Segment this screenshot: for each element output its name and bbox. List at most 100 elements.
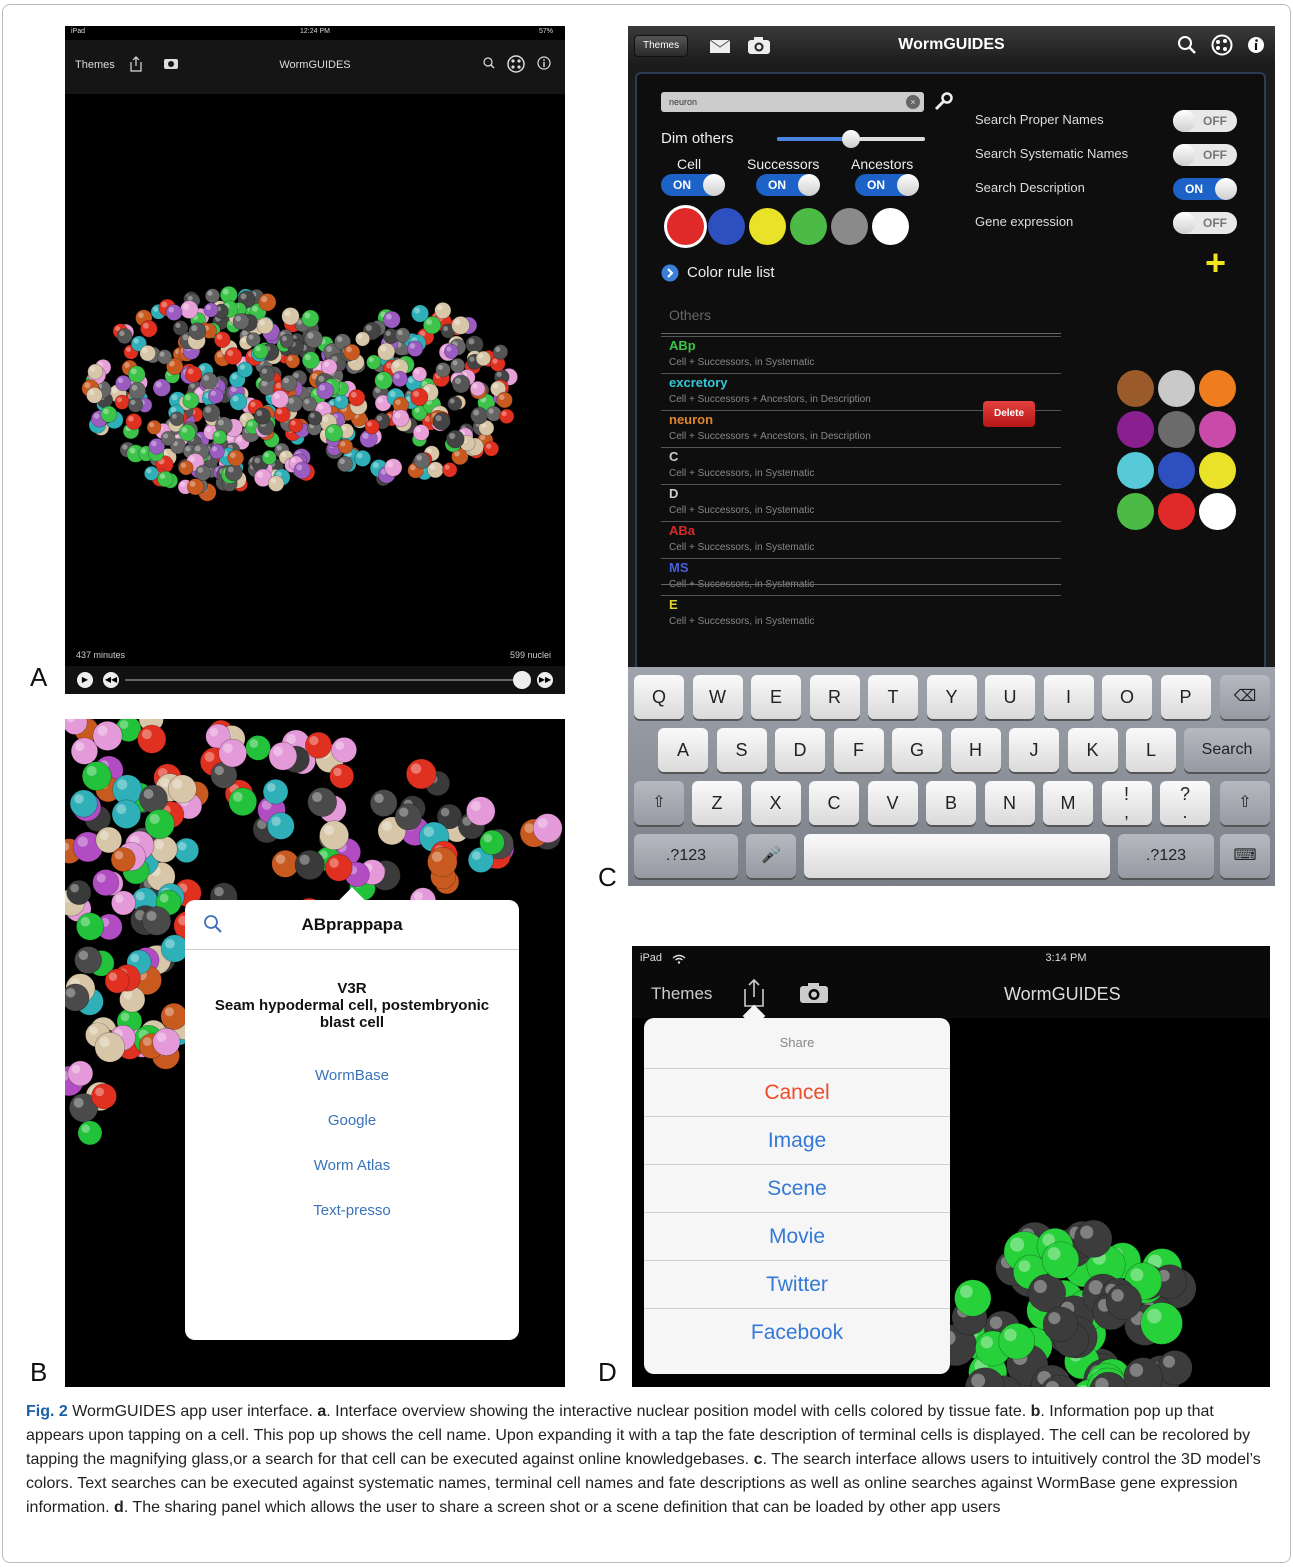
key[interactable]: L — [1126, 728, 1176, 772]
backspace-key[interactable]: ⌫ — [1220, 675, 1270, 719]
nucleus-sphere[interactable] — [483, 441, 500, 457]
nucleus-sphere[interactable] — [104, 968, 130, 994]
nucleus-sphere[interactable] — [395, 327, 411, 343]
color-swatch[interactable] — [708, 208, 745, 245]
nucleus-sphere[interactable] — [114, 394, 130, 410]
nucleus-sphere[interactable] — [434, 302, 452, 319]
link-google[interactable]: Google — [185, 1098, 519, 1143]
dim-others-slider[interactable] — [777, 130, 925, 148]
nucleus-sphere[interactable] — [259, 365, 275, 382]
nucleus-sphere[interactable] — [245, 735, 271, 761]
nucleus-sphere[interactable] — [160, 431, 176, 446]
palette-color[interactable] — [1117, 370, 1154, 407]
nucleus-sphere[interactable] — [279, 333, 295, 349]
nucleus-sphere[interactable] — [307, 787, 337, 817]
nucleus-sphere[interactable] — [227, 449, 245, 467]
nucleus-sphere[interactable] — [496, 391, 513, 409]
nucleus-sphere[interactable] — [451, 316, 470, 335]
nucleus-sphere[interactable] — [343, 343, 361, 361]
nucleus-sphere[interactable] — [267, 812, 295, 840]
nucleus-sphere[interactable] — [169, 411, 185, 427]
palette-color[interactable] — [1158, 493, 1195, 530]
key[interactable]: P — [1160, 675, 1211, 719]
nucleus-sphere[interactable] — [1027, 1273, 1067, 1313]
search-input[interactable]: neuron × — [661, 92, 924, 112]
numbers-key[interactable]: .?123 — [634, 834, 738, 878]
link-worm-atlas[interactable]: Worm Atlas — [185, 1143, 519, 1188]
key[interactable]: A — [658, 728, 708, 772]
nucleus-sphere[interactable] — [91, 1083, 117, 1110]
nucleus-sphere[interactable] — [377, 342, 396, 361]
key[interactable]: W — [692, 675, 743, 719]
key[interactable]: Z — [692, 781, 742, 825]
key[interactable]: K — [1067, 728, 1118, 772]
nucleus-sphere[interactable] — [127, 397, 144, 413]
clear-search-icon[interactable]: × — [906, 95, 920, 109]
color-swatch[interactable] — [790, 208, 827, 245]
search-option-toggle[interactable]: OFF — [1173, 110, 1237, 132]
nucleus-sphere[interactable] — [532, 813, 563, 843]
key[interactable]: T — [868, 675, 918, 719]
key[interactable]: D — [775, 728, 825, 772]
share-facebook-option[interactable]: Facebook — [644, 1308, 950, 1356]
nucleus-sphere[interactable] — [237, 361, 254, 378]
palette-color[interactable] — [1158, 452, 1195, 489]
nucleus-sphere[interactable] — [479, 829, 505, 856]
nucleus-sphere[interactable] — [1105, 1283, 1142, 1320]
nucleus-sphere[interactable] — [406, 758, 437, 790]
nucleus-sphere[interactable] — [188, 322, 207, 341]
nucleus-sphere[interactable] — [337, 438, 354, 455]
nucleus-sphere[interactable] — [293, 461, 311, 480]
nucleus-sphere[interactable] — [69, 789, 98, 818]
nucleus-sphere[interactable] — [369, 789, 398, 817]
nucleus-sphere[interactable] — [485, 405, 502, 422]
nucleus-sphere[interactable] — [411, 366, 428, 382]
nucleus-sphere[interactable] — [307, 410, 323, 426]
nucleus-sphere[interactable] — [324, 424, 343, 443]
key[interactable]: B — [926, 781, 976, 825]
nucleus-sphere[interactable] — [224, 463, 243, 482]
nucleus-sphere[interactable] — [253, 407, 271, 425]
space-key[interactable] — [804, 834, 1110, 878]
nucleus-sphere[interactable] — [451, 374, 471, 394]
embryo-3d-model[interactable] — [65, 94, 565, 650]
nucleus-sphere[interactable] — [412, 424, 430, 441]
shift-key[interactable]: ⇧ — [1220, 781, 1270, 825]
nucleus-sphere[interactable] — [354, 449, 372, 467]
nucleus-sphere[interactable] — [364, 419, 380, 435]
nucleus-sphere[interactable] — [294, 849, 325, 880]
numbers-key[interactable]: .?123 — [1118, 834, 1214, 878]
nucleus-sphere[interactable] — [285, 353, 301, 369]
palette-color[interactable] — [1158, 411, 1195, 448]
color-rule-row[interactable]: ABa Cell + Successors, in Systematic — [661, 521, 1061, 558]
nucleus-sphere[interactable] — [304, 329, 323, 348]
nucleus-sphere[interactable] — [1041, 1241, 1080, 1279]
palette-color[interactable] — [1158, 370, 1195, 407]
color-swatch[interactable] — [749, 208, 786, 245]
nucleus-sphere[interactable] — [394, 803, 422, 831]
rewind-icon[interactable]: ◀◀ — [103, 672, 119, 688]
nucleus-sphere[interactable] — [258, 293, 277, 312]
palette-color[interactable] — [1117, 493, 1154, 530]
nucleus-sphere[interactable] — [383, 310, 401, 329]
key[interactable]: C — [809, 781, 859, 825]
nucleus-sphere[interactable] — [94, 1032, 126, 1063]
key[interactable]: Y — [926, 675, 977, 719]
color-rule-list-label[interactable]: Color rule list — [687, 264, 775, 281]
nucleus-sphere[interactable] — [469, 380, 486, 397]
key[interactable]: ? . — [1160, 781, 1210, 825]
nucleus-sphere[interactable] — [301, 396, 318, 412]
key[interactable]: V — [867, 781, 918, 825]
nucleus-sphere[interactable] — [205, 288, 220, 304]
nucleus-sphere[interactable] — [316, 381, 334, 400]
key[interactable]: J — [1009, 728, 1059, 772]
nucleus-sphere[interactable] — [157, 349, 173, 365]
nucleus-sphere[interactable] — [288, 418, 304, 433]
nucleus-sphere[interactable] — [336, 455, 353, 473]
nucleus-sphere[interactable] — [92, 720, 123, 751]
fast-forward-icon[interactable]: ▶▶ — [537, 672, 553, 688]
color-rule-row[interactable]: MS Cell + Successors, in Systematic — [661, 558, 1061, 595]
info-icon[interactable] — [1247, 36, 1265, 59]
nucleus-sphere[interactable] — [150, 835, 178, 863]
key[interactable]: G — [892, 728, 942, 772]
